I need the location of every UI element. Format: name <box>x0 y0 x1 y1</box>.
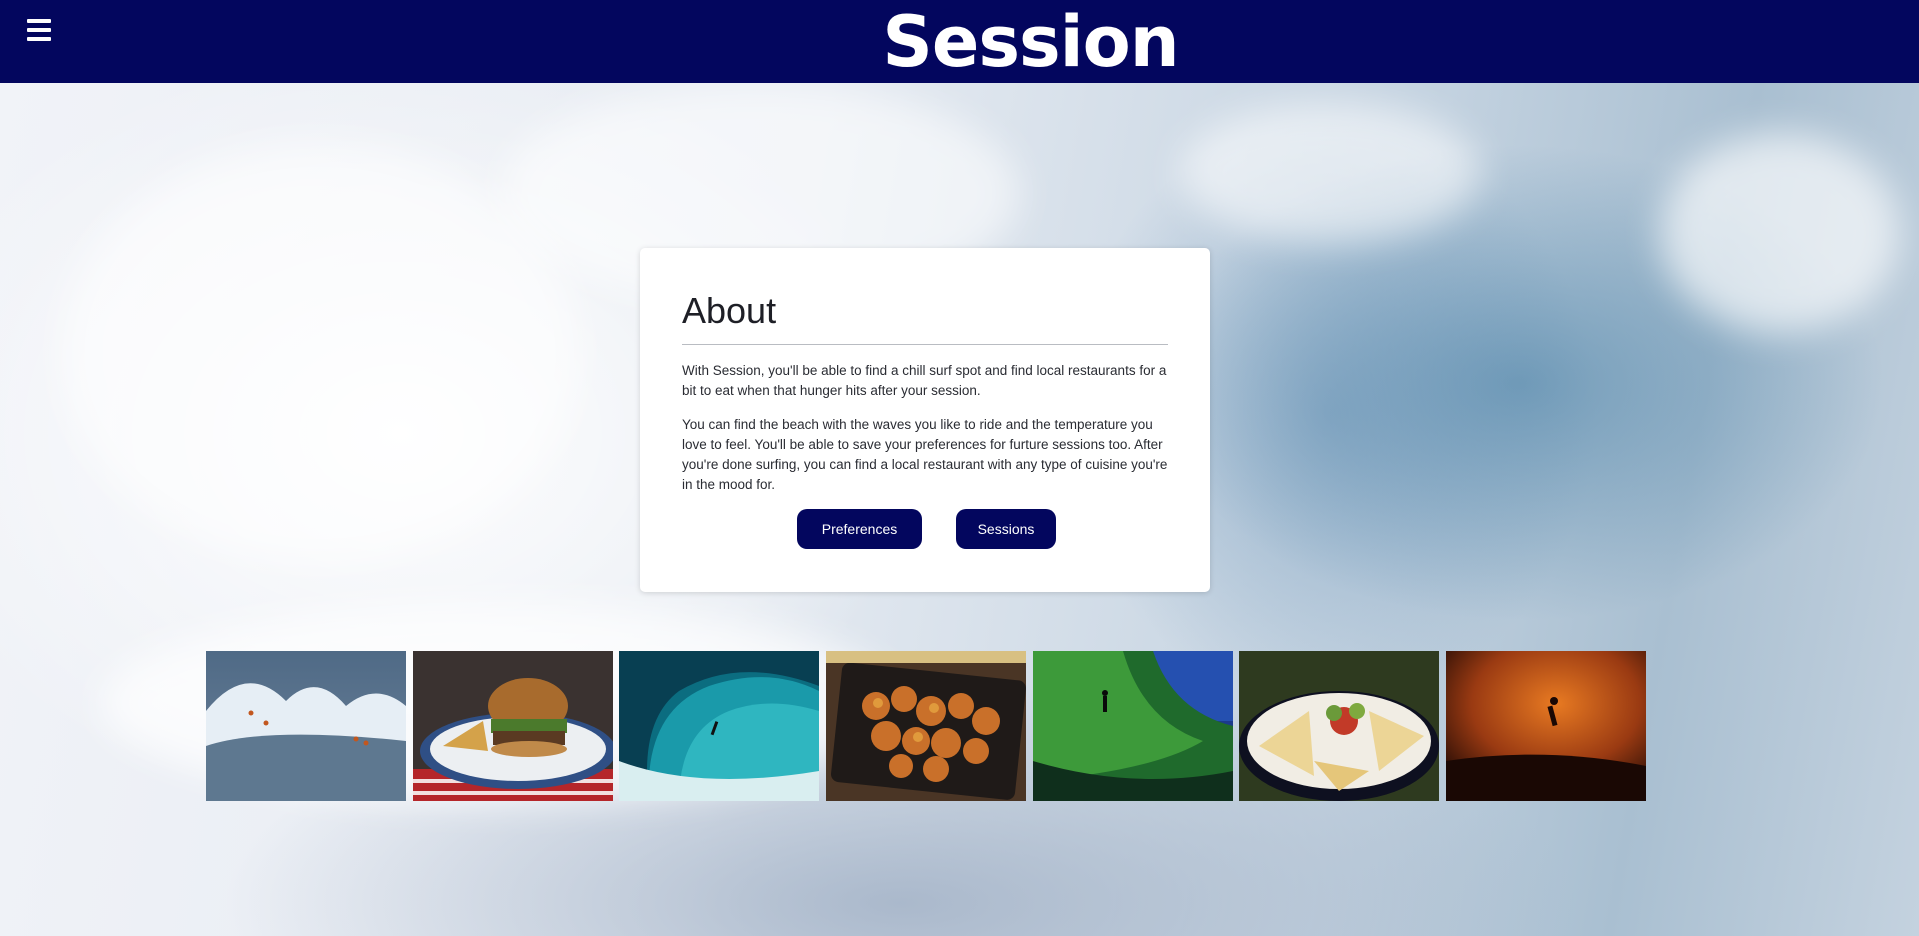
about-paragraph-2: You can find the beach with the waves yo… <box>682 417 1168 492</box>
gallery-image-sunset-surfer[interactable] <box>1446 651 1646 801</box>
about-card: About With Session, you'll be able to fi… <box>640 248 1210 592</box>
gallery-image-green-wave-surfer[interactable] <box>1033 651 1233 801</box>
brand-title[interactable]: Session <box>0 0 1919 83</box>
top-navbar: Session <box>0 0 1919 83</box>
gallery-image-burger[interactable] <box>413 651 613 801</box>
gallery-image-barrel-wave[interactable] <box>619 651 819 801</box>
gallery-image-surfers-big-wave[interactable] <box>206 651 406 801</box>
about-title: About <box>682 290 777 331</box>
about-paragraph-1: With Session, you'll be able to find a c… <box>682 363 1167 398</box>
photo-gallery <box>206 651 1646 801</box>
about-button-row: Preferences Sessions <box>640 509 1210 549</box>
gallery-image-orange-chicken[interactable] <box>826 651 1026 801</box>
sessions-button[interactable]: Sessions <box>956 509 1056 549</box>
about-divider <box>682 344 1168 345</box>
preferences-button[interactable]: Preferences <box>797 509 922 549</box>
gallery-image-quesadilla[interactable] <box>1239 651 1439 801</box>
